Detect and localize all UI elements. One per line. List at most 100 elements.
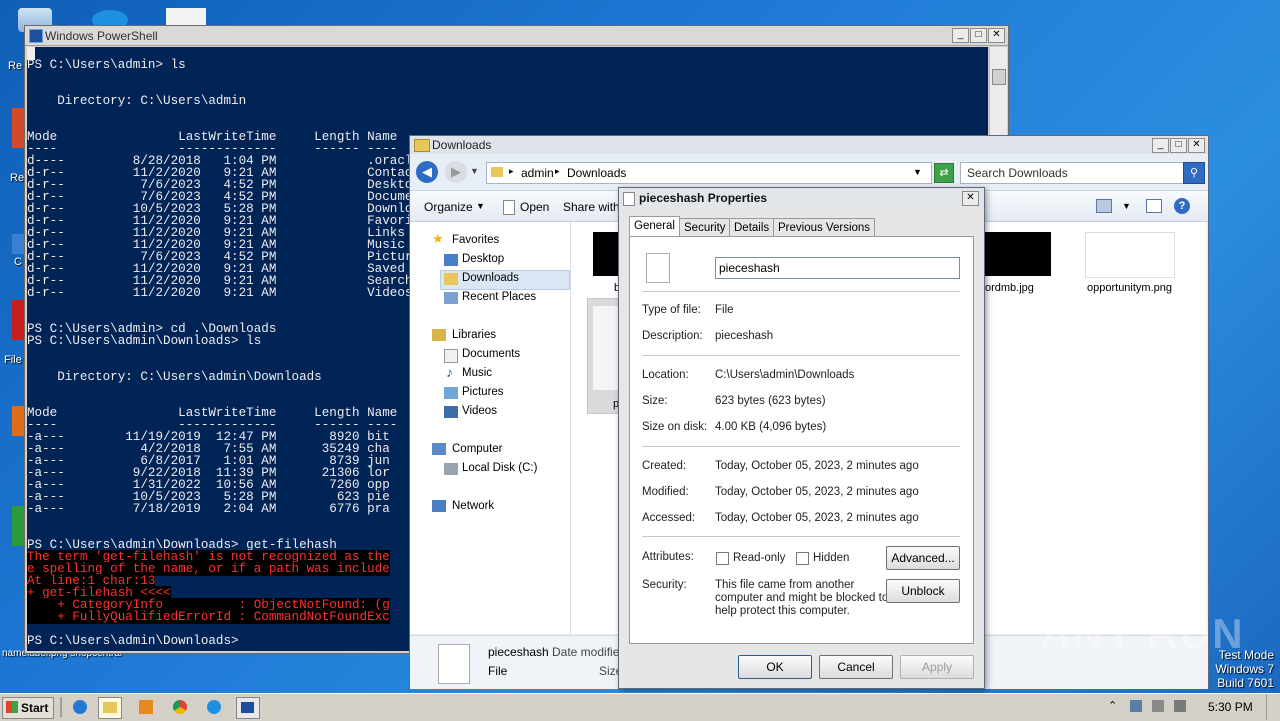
desktop-app-icon[interactable] xyxy=(12,108,24,148)
hidden-label[interactable]: Hidden xyxy=(813,552,849,564)
close-button[interactable]: ✕ xyxy=(1188,138,1205,153)
help-icon[interactable]: ? xyxy=(1174,198,1190,214)
unblock-button[interactable]: Unblock xyxy=(886,579,960,603)
ok-button[interactable]: OK xyxy=(738,655,812,679)
minimize-button[interactable]: _ xyxy=(1152,138,1169,153)
chevron-down-icon[interactable]: ▼ xyxy=(913,167,922,177)
chrome-icon[interactable] xyxy=(170,697,192,717)
preview-pane-icon[interactable] xyxy=(1146,199,1162,213)
test-mode-text: Test Mode xyxy=(1218,648,1274,662)
explorer-titlebar[interactable]: Downloads _ □ ✕ xyxy=(410,136,1208,154)
recent-places-icon xyxy=(444,292,458,304)
edge-icon[interactable] xyxy=(204,697,226,717)
dialog-titlebar[interactable]: pieceshash Properties ✕ xyxy=(619,188,984,208)
chevron-down-icon[interactable]: ▼ xyxy=(476,201,485,211)
volume-tray-icon[interactable] xyxy=(1174,700,1186,712)
downloads-icon xyxy=(444,273,458,285)
nav-downloads[interactable]: Downloads xyxy=(462,272,519,284)
desktop-app-icon[interactable] xyxy=(12,406,24,436)
nav-libraries[interactable]: Libraries xyxy=(452,329,496,341)
windows-build-info: Test Mode Windows 7 Build 7601 xyxy=(1215,648,1274,690)
desktop-label: C xyxy=(14,256,22,268)
breadcrumb-item[interactable]: admin xyxy=(521,166,554,180)
minimize-button[interactable]: _ xyxy=(952,28,969,43)
open-button[interactable]: Open xyxy=(520,200,549,214)
desktop-app-icon[interactable] xyxy=(12,300,24,340)
libraries-icon xyxy=(432,329,446,341)
tab-previous-versions[interactable]: Previous Versions xyxy=(773,218,876,237)
organize-menu[interactable]: Organize xyxy=(424,200,473,214)
chevron-right-icon[interactable]: ▸ xyxy=(555,166,560,177)
cancel-button[interactable]: Cancel xyxy=(819,655,893,679)
file-label[interactable]: ordmb.jpg xyxy=(985,282,1034,294)
breadcrumb-item[interactable]: Downloads xyxy=(567,166,626,180)
nav-local-disk[interactable]: Local Disk (C:) xyxy=(462,462,537,474)
desktop-label: File xyxy=(4,354,22,366)
media-player-icon[interactable] xyxy=(136,697,158,717)
filename-field[interactable]: pieceshash xyxy=(715,257,960,279)
nav-documents[interactable]: Documents xyxy=(462,348,520,360)
show-desktop-button[interactable] xyxy=(1266,694,1279,720)
file-thumbnail xyxy=(593,306,619,390)
show-hidden-icons[interactable]: ⌃ xyxy=(1108,699,1117,712)
forward-button[interactable]: ▶ xyxy=(445,161,467,183)
search-placeholder: Search Downloads xyxy=(967,166,1068,180)
nav-network[interactable]: Network xyxy=(452,500,494,512)
apply-button[interactable]: Apply xyxy=(900,655,974,679)
chevron-right-icon[interactable]: ▸ xyxy=(509,166,514,177)
maximize-button[interactable]: □ xyxy=(1170,138,1187,153)
documents-icon xyxy=(444,349,458,363)
nav-recent-places[interactable]: Recent Places xyxy=(462,291,536,303)
tab-security[interactable]: Security xyxy=(679,218,731,237)
tab-general[interactable]: General xyxy=(629,216,680,237)
properties-dialog[interactable]: pieceshash Properties ✕ General Security… xyxy=(618,187,985,689)
security-text-line: computer and might be blocked to xyxy=(715,592,889,604)
open-file-icon xyxy=(503,200,515,215)
history-dropdown-icon[interactable]: ▼ xyxy=(470,166,479,176)
powershell-taskbar-icon[interactable] xyxy=(236,697,260,719)
powershell-icon xyxy=(29,29,43,43)
advanced-button[interactable]: Advanced... xyxy=(886,546,960,570)
clock[interactable]: 5:30 PM xyxy=(1208,700,1253,714)
share-with-menu[interactable]: Share with xyxy=(563,200,620,214)
nav-videos[interactable]: Videos xyxy=(462,405,497,417)
start-button[interactable]: Start xyxy=(2,697,54,719)
close-button[interactable]: ✕ xyxy=(962,191,979,206)
powershell-titlebar[interactable]: Windows PowerShell _ □ ✕ xyxy=(25,26,1008,46)
search-icon[interactable]: ⚲ xyxy=(1183,162,1205,184)
desktop-app-icon[interactable] xyxy=(12,506,24,546)
desktop-app-icon[interactable] xyxy=(12,234,24,254)
maximize-button[interactable]: □ xyxy=(970,28,987,43)
explorer-taskbar-icon[interactable] xyxy=(98,697,122,719)
close-button[interactable]: ✕ xyxy=(988,28,1005,43)
nav-desktop[interactable]: Desktop xyxy=(462,253,504,265)
network-tray-icon[interactable] xyxy=(1130,700,1142,712)
readonly-label[interactable]: Read-only xyxy=(733,552,785,564)
general-panel: pieceshash Type of file: File Descriptio… xyxy=(629,236,974,644)
breadcrumb[interactable]: ▸ admin ▸ Downloads ▼ xyxy=(486,162,932,184)
flag-tray-icon[interactable] xyxy=(1152,700,1164,712)
nav-music[interactable]: Music xyxy=(462,367,492,379)
file-thumbnail[interactable] xyxy=(1085,232,1175,278)
scroll-thumb[interactable] xyxy=(992,69,1006,85)
file-type-icon xyxy=(646,253,670,283)
hidden-checkbox[interactable] xyxy=(796,552,809,565)
star-icon: ★ xyxy=(432,231,444,246)
view-icon[interactable] xyxy=(1096,199,1112,213)
ie-icon[interactable] xyxy=(70,697,92,717)
readonly-checkbox[interactable] xyxy=(716,552,729,565)
nav-favorites[interactable]: Favorites xyxy=(452,234,499,246)
desktop-label: Re xyxy=(10,172,25,184)
size-on-disk-label: Size on disk: xyxy=(642,421,708,433)
nav-computer[interactable]: Computer xyxy=(452,443,503,455)
tab-details[interactable]: Details xyxy=(729,218,775,237)
nav-pictures[interactable]: Pictures xyxy=(462,386,504,398)
created-value: Today, October 05, 2023, 2 minutes ago xyxy=(715,460,919,472)
back-button[interactable]: ◀ xyxy=(416,161,438,183)
chevron-down-icon[interactable]: ▼ xyxy=(1122,201,1131,211)
file-thumbnail[interactable] xyxy=(981,232,1051,276)
file-label[interactable]: opportunitym.png xyxy=(1087,282,1172,294)
refresh-button[interactable]: ⇄ xyxy=(934,163,954,183)
search-input[interactable]: Search Downloads xyxy=(960,162,1184,184)
